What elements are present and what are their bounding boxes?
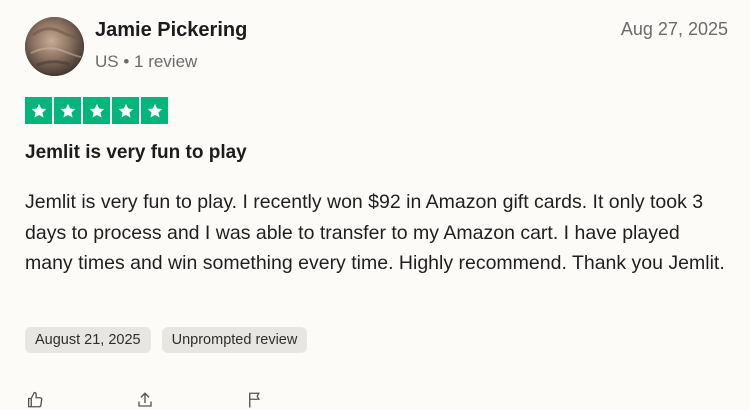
reviewer-name[interactable]: Jamie Pickering (95, 19, 247, 42)
star-icon (141, 97, 168, 124)
review-actions (25, 390, 265, 410)
star-icon (54, 97, 81, 124)
star-icon (112, 97, 139, 124)
review-card: Jamie Pickering US • 1 review Aug 27, 20… (0, 0, 750, 408)
avatar-photo (25, 17, 84, 76)
avatar[interactable] (25, 17, 84, 76)
experience-date-tag: August 21, 2025 (25, 327, 151, 353)
flag-icon[interactable] (245, 390, 265, 410)
thumbs-up-icon[interactable] (25, 390, 45, 410)
review-tags: August 21, 2025 Unprompted review (25, 327, 308, 353)
unprompted-review-tag[interactable]: Unprompted review (161, 327, 308, 353)
star-icon (83, 97, 110, 124)
star-rating (25, 97, 168, 124)
star-icon (25, 97, 52, 124)
review-date: Aug 27, 2025 (620, 19, 728, 39)
share-icon[interactable] (135, 390, 155, 410)
review-title: Jemlit is very fun to play (25, 142, 247, 163)
reviewer-meta: US • 1 review (95, 52, 198, 71)
review-body: Jemlit is very fun to play. I recently w… (25, 191, 725, 274)
